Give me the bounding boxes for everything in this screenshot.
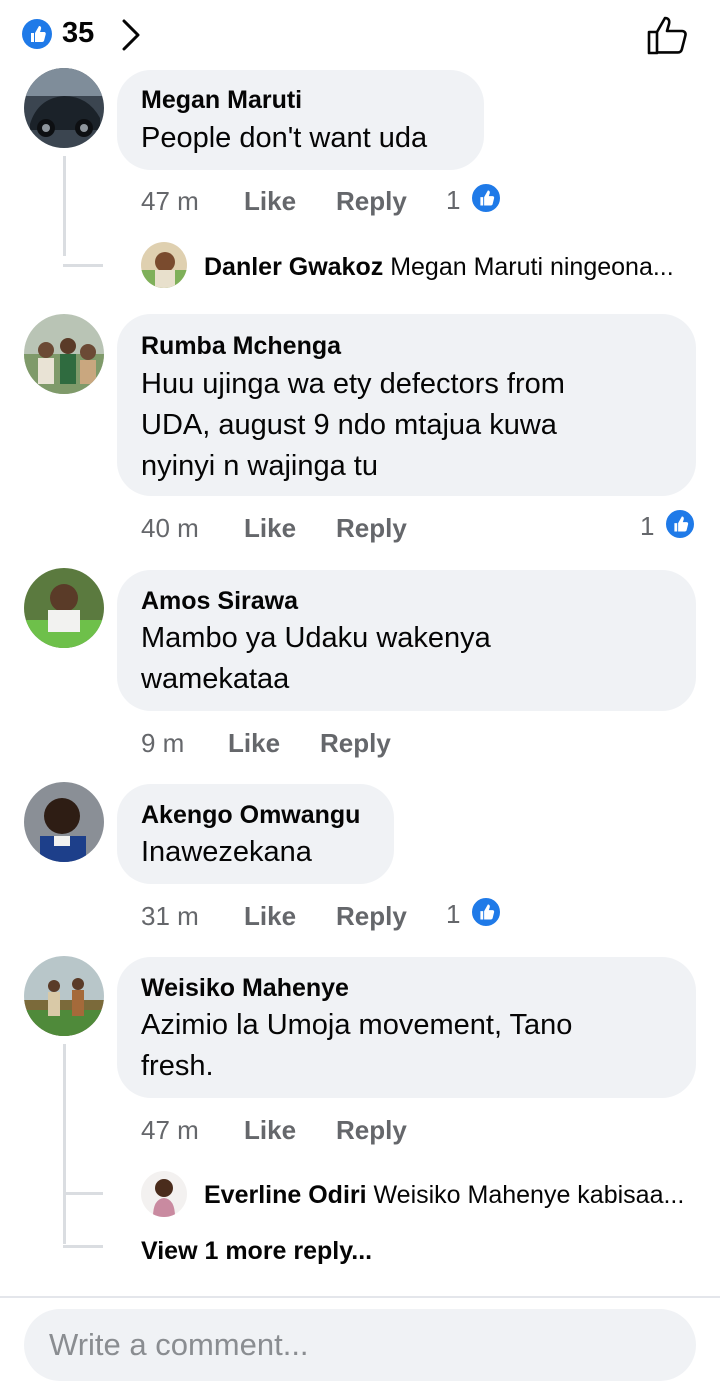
avatar[interactable]	[24, 314, 104, 394]
comment-timestamp[interactable]: 47 m	[141, 1115, 199, 1146]
comment-text: Azimio la Umoja movement, Tano	[141, 1009, 573, 1041]
reply-text: Weisiko Mahenye kabisaa...	[373, 1181, 685, 1209]
like-outline-icon[interactable]	[646, 14, 690, 61]
reaction-count[interactable]: 1	[446, 899, 460, 930]
reply-button[interactable]: Reply	[320, 728, 391, 759]
like-button[interactable]: Like	[228, 728, 280, 759]
comment-timestamp[interactable]: 40 m	[141, 513, 199, 544]
comment-author[interactable]: Amos Sirawa	[141, 587, 298, 616]
like-reaction-icon[interactable]	[470, 896, 502, 928]
comment-composer[interactable]	[24, 1309, 696, 1381]
thread-line	[63, 1192, 103, 1195]
reply-button[interactable]: Reply	[336, 513, 407, 544]
reply-author[interactable]: Everline Odiri	[204, 1181, 367, 1209]
avatar[interactable]	[24, 568, 104, 648]
reaction-count[interactable]: 1	[446, 185, 460, 216]
comment-text: Inawezekana	[141, 836, 312, 868]
comment-text: Mambo ya Udaku wakenya	[141, 622, 491, 654]
reply-preview[interactable]: Everline Odiri Weisiko Mahenye kabisaa..…	[204, 1181, 684, 1210]
reply-text: Megan Maruti ningeona...	[390, 253, 674, 281]
comment-timestamp[interactable]: 47 m	[141, 186, 199, 217]
reaction-count[interactable]: 1	[640, 511, 654, 542]
like-reaction-icon[interactable]	[664, 508, 696, 540]
like-button[interactable]: Like	[244, 186, 296, 217]
like-reaction-icon[interactable]	[22, 19, 52, 49]
comment-text: nyinyi n wajinga tu	[141, 450, 378, 482]
comment-text: wamekataa	[141, 663, 290, 695]
comment-text: fresh.	[141, 1050, 214, 1082]
comment-text: UDA, august 9 ndo mtajua kuwa	[141, 409, 557, 441]
divider	[0, 1296, 720, 1298]
comment-author[interactable]: Rumba Mchenga	[141, 332, 341, 361]
thread-line	[63, 1245, 103, 1248]
thread-line	[63, 264, 103, 267]
reply-button[interactable]: Reply	[336, 1115, 407, 1146]
avatar[interactable]	[24, 782, 104, 862]
comment-input[interactable]	[24, 1309, 669, 1381]
like-button[interactable]: Like	[244, 1115, 296, 1146]
thread-line	[63, 156, 66, 256]
comment-author[interactable]: Megan Maruti	[141, 86, 302, 115]
view-more-replies-link[interactable]: View 1 more reply...	[141, 1237, 372, 1266]
like-button[interactable]: Like	[244, 513, 296, 544]
reply-preview[interactable]: Danler Gwakoz Megan Maruti ningeona...	[204, 253, 674, 282]
reply-button[interactable]: Reply	[336, 901, 407, 932]
avatar[interactable]	[24, 956, 104, 1036]
comment-timestamp[interactable]: 9 m	[141, 728, 184, 759]
comment-text: Huu ujinga wa ety defectors from	[141, 368, 565, 400]
thread-line	[63, 1044, 66, 1244]
avatar[interactable]	[24, 68, 104, 148]
reaction-count[interactable]: 35	[62, 17, 94, 50]
comment-text: People don't want uda	[141, 122, 428, 154]
comment-author[interactable]: Weisiko Mahenye	[141, 974, 349, 1003]
reactions-header: 35	[0, 0, 720, 72]
chevron-right-icon[interactable]	[120, 18, 142, 57]
comment-timestamp[interactable]: 31 m	[141, 901, 199, 932]
like-reaction-icon[interactable]	[470, 182, 502, 214]
reply-author[interactable]: Danler Gwakoz	[204, 253, 383, 281]
avatar[interactable]	[141, 242, 187, 288]
avatar[interactable]	[141, 1171, 187, 1217]
like-button[interactable]: Like	[244, 901, 296, 932]
reply-button[interactable]: Reply	[336, 186, 407, 217]
comment-author[interactable]: Akengo Omwangu	[141, 801, 360, 830]
